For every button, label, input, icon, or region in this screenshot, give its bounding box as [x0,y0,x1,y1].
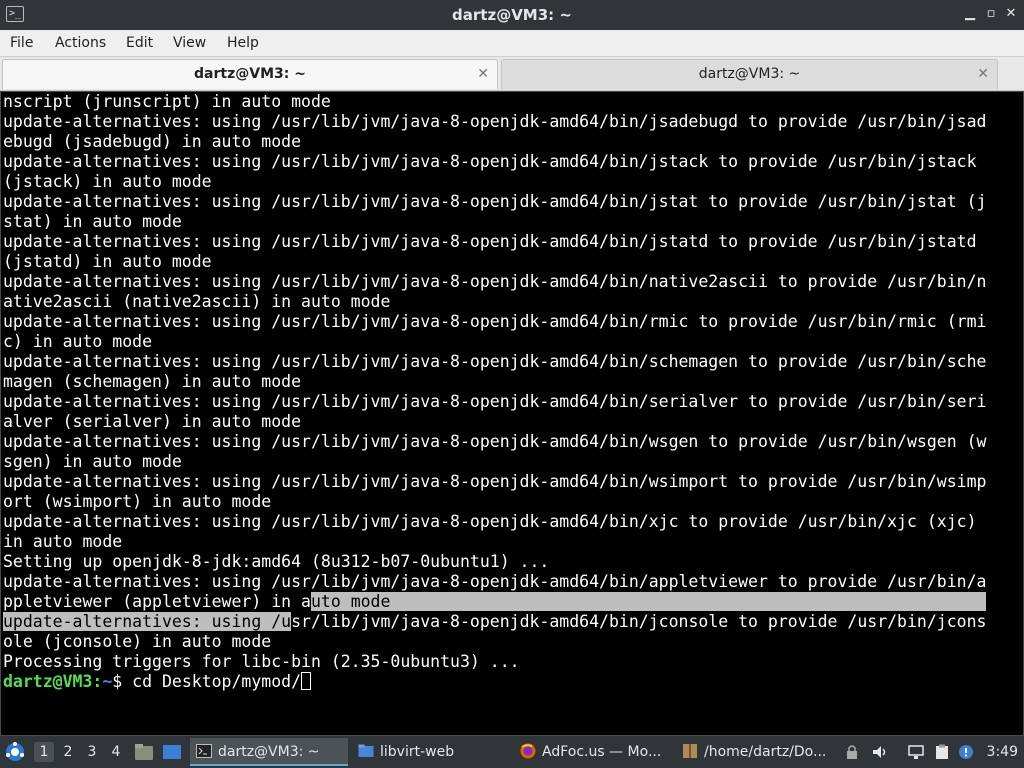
task-archive[interactable]: /home/dartz/Do... [676,738,834,766]
terminal-line: ppletviewer (appletviewer) in auto mode [3,592,987,612]
command-input[interactable]: cd Desktop/mymod/ [132,672,301,691]
menu-edit[interactable]: Edit [126,30,153,56]
start-menu-icon[interactable] [4,741,26,763]
terminal-line: ort (wsimport) in auto mode [3,492,272,511]
plain-text: sr/lib/jvm/java-8-openjdk-amd64/bin/jcon… [291,612,987,631]
menu-view[interactable]: View [173,30,206,56]
terminal-output[interactable]: nscript (jrunscript) in auto mode update-… [0,91,1024,736]
volume-icon[interactable] [872,744,888,760]
task-terminal[interactable]: dartz@VM3: ~ [190,738,348,766]
terminal-line: c) in auto mode [3,332,153,351]
terminal-line: update-alternatives: using /usr/lib/jvm/… [3,232,977,251]
window-titlebar[interactable]: >_ dartz@VM3: ~ ▁ ▫ ✕ [0,0,1024,30]
plain-text: ppletviewer (appletviewer) in a [3,592,311,611]
task-libvirt-web[interactable]: libvirt-web [352,738,504,766]
tab-label: dartz@VM3: ~ [194,66,306,82]
firefox-icon [520,743,536,759]
prompt-line[interactable]: dartz@VM3:~$ cd Desktop/mymod/ [3,672,312,692]
terminal-line: nscript (jrunscript) in auto mode [3,92,331,111]
text-cursor [301,672,312,690]
terminal-line: update-alternatives: using /usr/lib/jvm/… [3,612,986,632]
terminal-line: sgen) in auto mode [3,452,182,471]
show-desktop-icon[interactable] [162,743,182,761]
terminal-line: stat) in auto mode [3,212,182,231]
terminal-icon [196,744,212,758]
terminal-line: update-alternatives: using /usr/lib/jvm/… [3,572,987,591]
notification-icon[interactable] [958,744,974,760]
workspace-3[interactable]: 3 [82,742,102,762]
terminal-line: update-alternatives: using /usr/lib/jvm/… [3,432,987,451]
tab-close-icon[interactable]: ✕ [477,66,489,82]
selected-text: update-alternatives: using /u [3,612,292,631]
terminal-line: update-alternatives: using /usr/lib/jvm/… [3,152,977,171]
task-label: /home/dartz/Do... [704,744,827,760]
clipboard-icon[interactable] [934,744,950,760]
terminal-line: update-alternatives: using /usr/lib/jvm/… [3,192,987,211]
task-firefox[interactable]: AdFoc.us — Mo... [514,738,672,766]
prompt-path: ~ [102,672,113,691]
prompt-separator: : [92,672,103,691]
terminal-line: (jstack) in auto mode [3,172,212,191]
close-window-button[interactable]: ✕ [1003,6,1019,22]
terminal-line: alver (serialver) in auto mode [3,412,302,431]
prompt-user: dartz@VM3 [3,672,93,691]
tab-label: dartz@VM3: ~ [698,66,801,82]
workspace-2[interactable]: 2 [58,742,78,762]
archive-icon [683,744,697,758]
tab-close-icon[interactable]: ✕ [977,66,989,82]
menu-actions[interactable]: Actions [55,30,106,56]
maximize-button[interactable]: ▫ [983,6,999,22]
terminal-line: ative2ascii (native2ascii) in auto mode [3,292,391,311]
menu-file[interactable]: File [10,30,33,56]
prompt-symbol: $ [112,672,133,691]
file-manager-launcher-icon[interactable] [134,743,154,761]
selected-text: uto mode [310,592,987,611]
tab-bar: dartz@VM3: ~ ✕ dartz@VM3: ~ ✕ [0,57,1024,91]
terminal-line: update-alternatives: using /usr/lib/jvm/… [3,312,987,331]
task-label: AdFoc.us — Mo... [542,744,662,760]
terminal-line: update-alternatives: using /usr/lib/jvm/… [3,512,977,531]
menu-help[interactable]: Help [227,30,259,56]
terminal-line: ebugd (jsadebugd) in auto mode [3,132,302,151]
taskbar: 1 2 3 4 dartz@VM3: ~ libvirt-web AdFoc.u… [0,736,1024,768]
folder-icon [358,744,374,757]
terminal-line: magen (schemagen) in auto mode [3,372,302,391]
terminal-line: update-alternatives: using /usr/lib/jvm/… [3,392,987,411]
task-label: dartz@VM3: ~ [218,744,320,760]
menu-bar: File Actions Edit View Help [0,30,1024,57]
window-title: dartz@VM3: ~ [452,6,572,24]
terminal-line: Setting up openjdk-8-jdk:amd64 (8u312-b0… [3,552,550,571]
terminal-line: update-alternatives: using /usr/lib/jvm/… [3,472,987,491]
task-label: libvirt-web [380,744,455,760]
workspace-4[interactable]: 4 [106,742,126,762]
terminal-line: update-alternatives: using /usr/lib/jvm/… [3,272,987,291]
terminal-line: update-alternatives: using /usr/lib/jvm/… [3,112,987,131]
network-icon[interactable] [908,744,924,760]
terminal-line: (jstatd) in auto mode [3,252,212,271]
terminal-line: ole (jconsole) in auto mode [3,632,272,651]
terminal-line: update-alternatives: using /usr/lib/jvm/… [3,352,987,371]
lock-icon[interactable] [844,744,860,760]
terminal-line: in auto mode [3,532,123,551]
terminal-line: Processing triggers for libc-bin (2.35-0… [3,652,520,671]
clock[interactable]: 3:49 [987,736,1018,768]
workspace-1[interactable]: 1 [34,742,54,762]
tab-terminal-2[interactable]: dartz@VM3: ~ ✕ [501,59,998,89]
minimize-button[interactable]: ▁ [962,6,978,22]
tab-terminal-1[interactable]: dartz@VM3: ~ ✕ [2,59,498,89]
